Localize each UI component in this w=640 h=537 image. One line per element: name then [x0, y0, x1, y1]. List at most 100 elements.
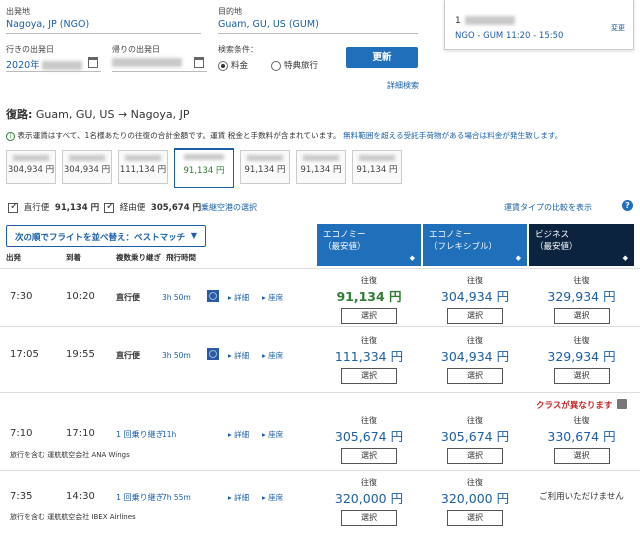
depart-date-value: 2020年: [6, 60, 40, 71]
date-tab[interactable]: 91,134 円: [296, 150, 346, 184]
economy-a-title: エコノミー: [323, 230, 366, 240]
col-business[interactable]: ビジネス （最安値） ◆: [529, 224, 634, 266]
sort-icon: ◆: [515, 254, 521, 262]
date-tab-price: 91,134 円: [300, 165, 342, 175]
operated-by: 旅行を含む 運航航空会社 IBEX Airlines: [10, 513, 136, 521]
date-tab[interactable]: 111,134 円: [118, 150, 168, 184]
fare-label: 往復: [573, 416, 590, 425]
select-button[interactable]: 選択: [447, 368, 503, 384]
award-radio-label: 特典旅行: [284, 61, 319, 71]
date-tab[interactable]: 304,934 円: [6, 150, 56, 184]
date-tab[interactable]: 91,134 円: [240, 150, 290, 184]
date-tab-price: 91,134 円: [356, 165, 398, 175]
fare-cell: 往復 304,934 円 選択: [423, 335, 527, 384]
advanced-search-link[interactable]: 詳細検索: [387, 80, 419, 91]
stops-text[interactable]: 1 回乗り継ぎ: [116, 429, 164, 440]
flight-row[interactable]: 7:30 10:20 直行便 3h 50m ▸ 詳細 ▸ 座席 往復 91,13…: [0, 268, 640, 326]
details-link[interactable]: ▸ 詳細: [228, 492, 249, 503]
fare-cell: 往復 305,674 円 選択: [423, 415, 527, 464]
redacted-date: [112, 58, 182, 67]
class-difference-note: クラスが異なります: [536, 401, 613, 411]
economy-b-title: エコノミー: [429, 230, 472, 240]
origin-field[interactable]: Nagoya, JP (NGO): [6, 16, 201, 34]
connection-airport-link[interactable]: 乗継空港の選択: [201, 202, 257, 213]
select-button[interactable]: 選択: [341, 448, 397, 464]
flight-row[interactable]: 17:05 19:55 直行便 3h 50m ▸ 詳細 ▸ 座席 往復 111,…: [0, 326, 640, 386]
arrive-time: 17:10: [66, 428, 95, 439]
details-link[interactable]: ▸ 詳細: [228, 350, 249, 361]
return-date-field[interactable]: [112, 54, 207, 72]
fare-cell: 往復 329,934 円 選択: [529, 275, 634, 324]
fare-label: 往復: [467, 336, 483, 345]
duration: 3h 50m: [162, 293, 191, 302]
economy-b-sub: （フレキシブル）: [429, 242, 498, 252]
date-tabs: 304,934 円 304,934 円 111,134 円 91,134 円 9…: [6, 148, 406, 188]
select-button[interactable]: 選択: [341, 308, 397, 324]
fare-cell: 往復 320,000 円 選択: [423, 477, 527, 526]
business-title: ビジネス: [535, 230, 570, 240]
route-from: Guam, GU, US: [35, 108, 115, 121]
baggage-fee-link[interactable]: 無料範囲を超える受託手荷物がある場合は料金が発生致します。: [343, 131, 562, 140]
col-duration: 飛行時間: [166, 253, 196, 262]
date-tab[interactable]: 91,134 円: [352, 150, 402, 184]
select-button[interactable]: 選択: [447, 510, 503, 526]
help-icon[interactable]: ?: [622, 200, 633, 211]
date-tab[interactable]: 304,934 円: [62, 150, 112, 184]
fare-amount: 329,934 円: [547, 289, 616, 304]
date-tab-price: 91,134 円: [183, 166, 225, 176]
seats-link[interactable]: ▸ 座席: [262, 292, 283, 303]
calendar-icon[interactable]: [194, 57, 204, 68]
seats-link[interactable]: ▸ 座席: [262, 429, 283, 440]
fare-amount: 304,934 円: [440, 349, 510, 364]
sort-dropdown[interactable]: 次の順でフライトを並べ替え：ベストマッチ ▼: [6, 225, 206, 247]
duration: 3h 50m: [162, 351, 191, 360]
award-radio[interactable]: 特典旅行: [271, 59, 318, 71]
arrive-time: 19:55: [66, 349, 95, 360]
details-label: 詳細: [234, 430, 250, 439]
select-button[interactable]: 選択: [553, 368, 610, 384]
select-button[interactable]: 選択: [447, 448, 503, 464]
flight-row[interactable]: クラスが異なります 7:10 17:10 1 回乗り継ぎ 11h ▸ 詳細 ▸ …: [0, 392, 640, 468]
redacted-summary: 1: [455, 16, 515, 26]
details-link[interactable]: ▸ 詳細: [228, 292, 249, 303]
fare-label: 往復: [361, 478, 377, 487]
col-economy-lowest[interactable]: エコノミー （最安値） ◆: [317, 224, 421, 266]
update-button[interactable]: 更新: [346, 47, 418, 68]
route-arrow: →: [117, 108, 128, 121]
fare-amount: 304,934 円: [440, 289, 510, 304]
select-button[interactable]: 選択: [341, 510, 397, 526]
nonstop-filter[interactable]: 直行便 91,134 円: [8, 201, 99, 213]
seats-link[interactable]: ▸ 座席: [262, 492, 283, 503]
connecting-price: 305,674 円: [150, 203, 202, 213]
seats-label: 座席: [268, 430, 284, 439]
fare-radio[interactable]: 料金: [218, 59, 248, 71]
route-heading: 復路: Guam, GU, US → Nagoya, JP: [6, 106, 189, 122]
destination-field[interactable]: Guam, GU, US (GUM): [218, 16, 418, 34]
compare-fares-link[interactable]: 運賃タイプの比較を表示: [504, 202, 592, 213]
seats-label: 座席: [268, 493, 284, 502]
fare-label: 往復: [573, 336, 590, 345]
connecting-filter[interactable]: 経由便 305,674 円: [104, 201, 201, 213]
details-label: 詳細: [234, 293, 250, 302]
seats-label: 座席: [268, 351, 284, 360]
calendar-icon[interactable]: [88, 57, 98, 68]
change-link[interactable]: 変更: [611, 23, 625, 33]
select-button[interactable]: 選択: [553, 308, 610, 324]
col-economy-flex[interactable]: エコノミー （フレキシブル） ◆: [423, 224, 527, 266]
info-flag-icon[interactable]: [617, 399, 627, 409]
date-tab-selected[interactable]: 91,134 円: [174, 148, 234, 188]
depart-date-field[interactable]: 2020年: [6, 54, 101, 72]
details-link[interactable]: ▸ 詳細: [228, 429, 249, 440]
seats-label: 座席: [268, 293, 284, 302]
date-tab-price: 91,134 円: [244, 165, 286, 175]
select-button[interactable]: 選択: [341, 368, 397, 384]
seats-link[interactable]: ▸ 座席: [262, 350, 283, 361]
select-button[interactable]: 選択: [447, 308, 503, 324]
fare-cell: 往復 304,934 円 選択: [423, 275, 527, 324]
checkbox-checked-icon: [104, 201, 114, 213]
summary-route-time: NGO - GUM 11:20 - 15:50: [455, 31, 564, 41]
stops-text[interactable]: 1 回乗り継ぎ: [116, 492, 164, 503]
select-button[interactable]: 選択: [553, 448, 610, 464]
flight-row[interactable]: 7:35 14:30 1 回乗り継ぎ 7h 55m ▸ 詳細 ▸ 座席 旅行を含…: [0, 470, 640, 537]
fare-cell: 往復 111,334 円 選択: [317, 335, 421, 384]
